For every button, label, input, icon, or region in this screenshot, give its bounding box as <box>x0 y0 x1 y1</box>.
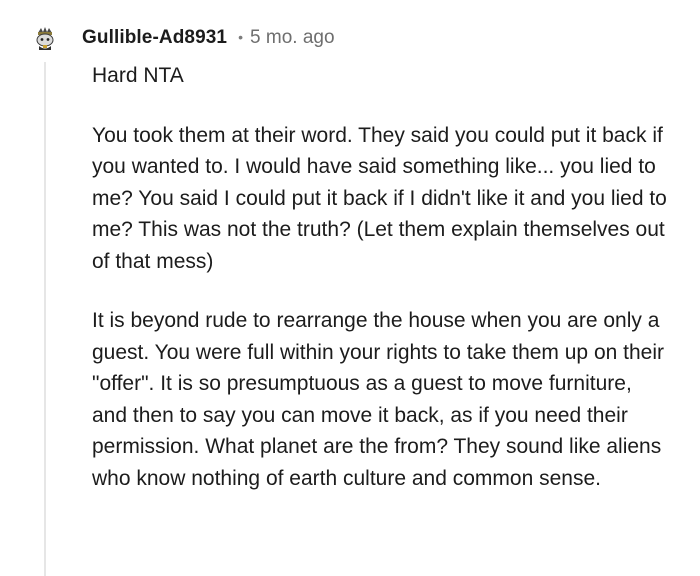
comment: Gullible-Ad8931 • 5 mo. ago Hard NTA You… <box>0 0 700 576</box>
author-username[interactable]: Gullible-Ad8931 <box>82 27 227 49</box>
timestamp[interactable]: 5 mo. ago <box>250 27 335 49</box>
comment-paragraph: It is beyond rude to rearrange the house… <box>92 309 664 490</box>
separator-dot: • <box>238 29 244 45</box>
comment-paragraph: You took them at their word. They said y… <box>92 123 667 273</box>
comment-paragraph: Hard NTA <box>92 64 184 87</box>
comment-header: Gullible-Ad8931 • 5 mo. ago <box>32 20 335 56</box>
comment-body: Hard NTA You took them at their word. Th… <box>92 60 672 494</box>
thread-line[interactable] <box>44 62 46 576</box>
snoo-avatar-icon[interactable] <box>32 25 58 51</box>
